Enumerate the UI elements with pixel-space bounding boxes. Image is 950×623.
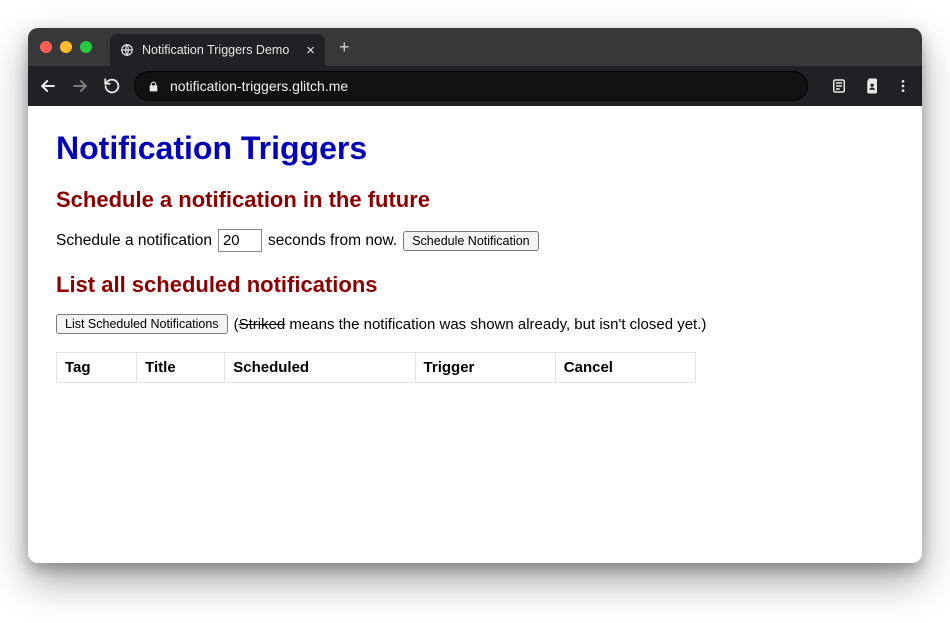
reader-mode-icon[interactable] [830, 77, 848, 95]
schedule-line: Schedule a notification seconds from now… [56, 229, 894, 252]
tab-title: Notification Triggers Demo [142, 43, 289, 57]
page-title: Notification Triggers [56, 130, 894, 167]
forward-icon[interactable] [70, 76, 90, 96]
col-tag: Tag [57, 353, 137, 383]
notifications-table: Tag Title Scheduled Trigger Cancel [56, 352, 696, 383]
close-window-icon[interactable] [40, 41, 52, 53]
toolbar-right [830, 77, 912, 95]
list-line: List Scheduled Notifications (Striked me… [56, 314, 894, 334]
window-titlebar: Notification Triggers Demo × + [28, 28, 922, 66]
minimize-window-icon[interactable] [60, 41, 72, 53]
browser-tab[interactable]: Notification Triggers Demo × [110, 34, 325, 66]
kebab-menu-icon[interactable] [894, 77, 912, 95]
reload-icon[interactable] [102, 76, 122, 96]
list-button[interactable]: List Scheduled Notifications [56, 314, 228, 334]
url-text: notification-triggers.glitch.me [170, 78, 348, 94]
profile-icon[interactable] [862, 77, 880, 95]
col-title: Title [137, 353, 225, 383]
maximize-window-icon[interactable] [80, 41, 92, 53]
schedule-heading: Schedule a notification in the future [56, 187, 894, 213]
address-bar[interactable]: notification-triggers.glitch.me [134, 71, 808, 101]
traffic-lights [40, 41, 92, 53]
lock-icon [147, 80, 160, 93]
browser-toolbar: notification-triggers.glitch.me [28, 66, 922, 106]
seconds-input[interactable] [218, 229, 262, 252]
new-tab-icon[interactable]: + [339, 37, 350, 58]
page-content: Notification Triggers Schedule a notific… [28, 106, 922, 563]
hint-striked: Striked [239, 316, 286, 333]
schedule-text-suffix: seconds from now. [268, 232, 397, 250]
col-cancel: Cancel [555, 353, 695, 383]
back-icon[interactable] [38, 76, 58, 96]
hint-rest: means the notification was shown already… [285, 316, 706, 333]
table-header-row: Tag Title Scheduled Trigger Cancel [57, 353, 696, 383]
close-tab-icon[interactable]: × [306, 43, 315, 58]
globe-icon [120, 43, 134, 57]
list-heading: List all scheduled notifications [56, 272, 894, 298]
col-trigger: Trigger [415, 353, 555, 383]
list-hint: (Striked means the notification was show… [234, 316, 707, 333]
browser-window: Notification Triggers Demo × + notificat… [28, 28, 922, 563]
schedule-button[interactable]: Schedule Notification [403, 231, 538, 251]
col-scheduled: Scheduled [225, 353, 415, 383]
schedule-text-prefix: Schedule a notification [56, 232, 212, 250]
